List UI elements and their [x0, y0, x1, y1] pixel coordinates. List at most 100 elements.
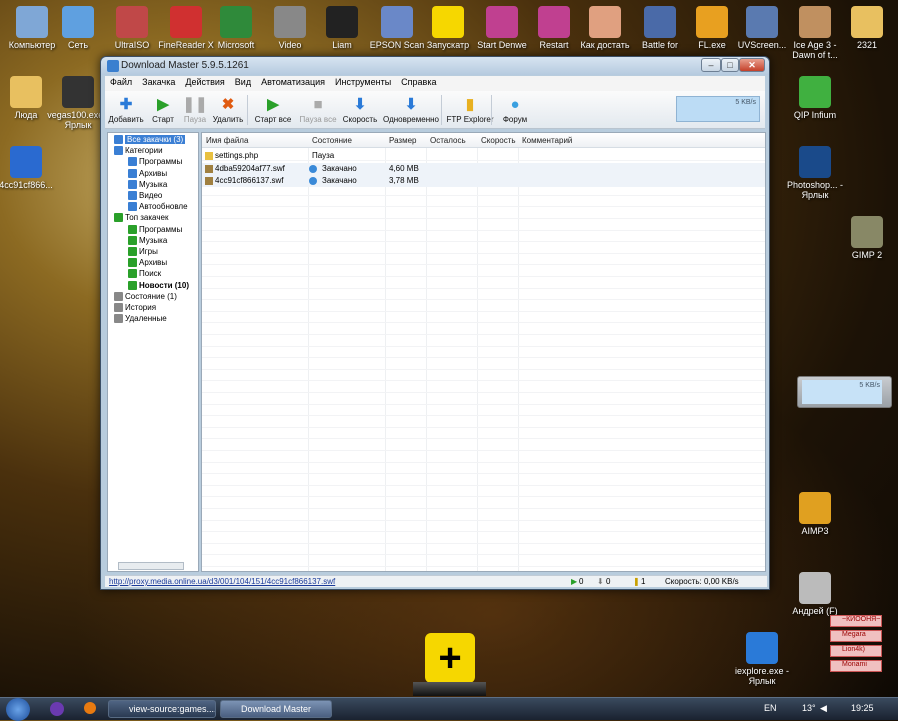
maximize-button[interactable]: □ — [721, 58, 739, 72]
tree-node[interactable]: Удаленные — [114, 313, 167, 324]
desktop-icon[interactable]: 2321 — [835, 6, 898, 50]
forum-icon: ● — [510, 95, 520, 113]
tree-node[interactable]: Поиск — [128, 268, 161, 279]
close-button[interactable]: ✕ — [739, 58, 765, 72]
desktop-icon[interactable]: Photoshop... - Ярлык — [783, 146, 847, 200]
language-indicator[interactable]: EN — [764, 703, 777, 713]
toolbar-button[interactable]: ▶ Старт — [149, 92, 177, 124]
clock[interactable]: 19:25 — [851, 703, 874, 713]
column-header[interactable]: Состояние — [312, 136, 352, 145]
tree-node[interactable]: Состояние (1) — [114, 291, 177, 302]
speed-gadget[interactable]: 5 KB/s — [797, 376, 892, 408]
folder-icon — [851, 6, 883, 38]
menu-item[interactable]: Закачка — [137, 76, 180, 88]
tree-node[interactable]: История — [114, 302, 156, 313]
start-button[interactable] — [6, 698, 30, 721]
tree-node[interactable]: Программы — [128, 224, 182, 235]
table-row[interactable]: 4cc91cf866137.swf Закачано 3,78 MB — [202, 175, 765, 188]
toolbar-button-label: FTP Explorer — [446, 115, 494, 124]
taskbar-item-browser[interactable]: view-source:games.... — [108, 700, 216, 718]
contact-item[interactable]: Lion4k) — [830, 645, 882, 657]
tree-node-icon — [114, 213, 123, 223]
desktop-icon[interactable]: iexplore.exe - Ярлык — [730, 632, 794, 686]
tree-node[interactable]: Автообновле — [128, 201, 188, 212]
file-size: 3,78 MB — [389, 176, 419, 186]
row-divider — [202, 392, 765, 393]
menu-item[interactable]: Вид — [230, 76, 256, 88]
desktop-icon-label: 4cc91cf866... — [0, 180, 53, 190]
tree-node[interactable]: Архивы — [128, 257, 167, 268]
plus-icon[interactable]: + — [425, 633, 475, 683]
tree-node-icon — [128, 269, 137, 279]
scanner-icon — [381, 6, 413, 38]
tree-node-icon — [128, 168, 137, 178]
minimize-button[interactable]: – — [701, 58, 721, 72]
vegas-icon — [62, 76, 94, 108]
tree-node[interactable]: Видео — [128, 190, 162, 201]
status-bar: http://proxy.media.online.ua/d3/001/104/… — [105, 575, 767, 587]
drive-icon — [799, 572, 831, 604]
speed-graph[interactable]: 5 KB/s — [676, 96, 760, 122]
contact-item[interactable]: ~КИООНЯ~ — [830, 615, 882, 627]
app-icon — [107, 60, 119, 72]
toolbar-button[interactable]: ⬇ Одновременно — [381, 92, 441, 124]
row-divider — [202, 264, 765, 266]
tree-node[interactable]: Категории — [114, 145, 163, 156]
menu-item[interactable]: Справка — [396, 76, 441, 88]
file-name: 4dba59204af77.swf — [215, 163, 285, 173]
column-header[interactable]: Осталось — [430, 136, 466, 145]
toolbar-button[interactable]: ▶ Старт все — [251, 92, 295, 124]
toolbar-button[interactable]: ● Форум — [497, 92, 533, 125]
toolbar-button[interactable]: ⬇ Скорость — [341, 92, 379, 124]
column-header[interactable]: Скорость — [481, 136, 516, 145]
column-header[interactable]: Комментарий — [522, 136, 572, 145]
menu-item[interactable]: Инструменты — [330, 76, 396, 88]
tree-horizontal-scrollbar[interactable] — [118, 562, 184, 570]
column-header[interactable]: Имя файла — [206, 136, 248, 145]
status-url[interactable]: http://proxy.media.online.ua/d3/001/104/… — [109, 577, 335, 586]
desktop-icon[interactable]: GIMP 2 — [835, 216, 898, 260]
toolbar-button[interactable]: ✚ Добавить — [107, 92, 145, 124]
row-divider — [202, 229, 765, 231]
tree-node-label: Состояние (1) — [125, 291, 177, 301]
weather-temp[interactable]: 13° — [802, 703, 816, 713]
row-divider — [202, 218, 765, 219]
volume-icon[interactable]: ◀ — [820, 703, 827, 714]
delete-icon: ✖ — [221, 96, 235, 113]
table-row[interactable]: settings.php Пауза — [202, 150, 765, 162]
download-master-window: Download Master 5.9.5.1261 – □ ✕ Файл Зак… — [100, 56, 770, 590]
menu-item[interactable]: Файл — [105, 76, 137, 88]
desktop-icon[interactable]: 4cc91cf866... — [0, 146, 58, 190]
row-divider — [202, 415, 765, 417]
tree-node[interactable]: Топ закачек — [114, 212, 168, 223]
play-icon: ▶ — [157, 96, 169, 113]
toolbar-button[interactable]: ✖ Удалить — [211, 92, 245, 124]
toolbar-button[interactable]: ▮ FTP Explorer — [445, 92, 495, 124]
title-bar[interactable]: Download Master 5.9.5.1261 – □ ✕ — [101, 57, 769, 75]
contact-item[interactable]: Megara — [830, 630, 882, 642]
desktop-icon-label: 2321 — [856, 40, 878, 50]
taskbar-item-download-master[interactable]: Download Master — [220, 700, 332, 718]
tree-node[interactable]: Все закачки (3) — [114, 134, 186, 145]
tree-node[interactable]: Архивы — [128, 168, 167, 179]
tree-node[interactable]: Программы — [128, 156, 182, 167]
desktop-icon[interactable]: QIP Infium — [783, 76, 847, 120]
column-header[interactable]: Размер — [389, 136, 417, 145]
menu-item[interactable]: Автоматизация — [256, 76, 330, 88]
contact-item[interactable]: Monami — [830, 660, 882, 672]
desktop-icon[interactable]: AIMP3 — [783, 492, 847, 536]
toolbar-button-label: Пауза все — [299, 115, 337, 124]
menu-item[interactable]: Действия — [180, 76, 229, 88]
toolbar-separator — [441, 95, 442, 125]
tree-node[interactable]: Музыка — [128, 235, 167, 246]
table-row[interactable]: 4dba59204af77.swf Закачано 4,60 MB — [202, 162, 765, 175]
active-count: 0 — [579, 577, 584, 586]
firefox-icon[interactable] — [84, 702, 96, 714]
desktop-icon[interactable]: Андрей (F) — [783, 572, 847, 616]
tree-node-label: Архивы — [139, 168, 168, 178]
tree-node[interactable]: Игры — [128, 246, 158, 257]
quicklaunch-icon[interactable] — [50, 702, 64, 716]
tree-node[interactable]: Новости (10) — [128, 280, 189, 291]
tree-node[interactable]: Музыка — [128, 179, 167, 190]
tree-node-label: Игры — [139, 247, 158, 256]
